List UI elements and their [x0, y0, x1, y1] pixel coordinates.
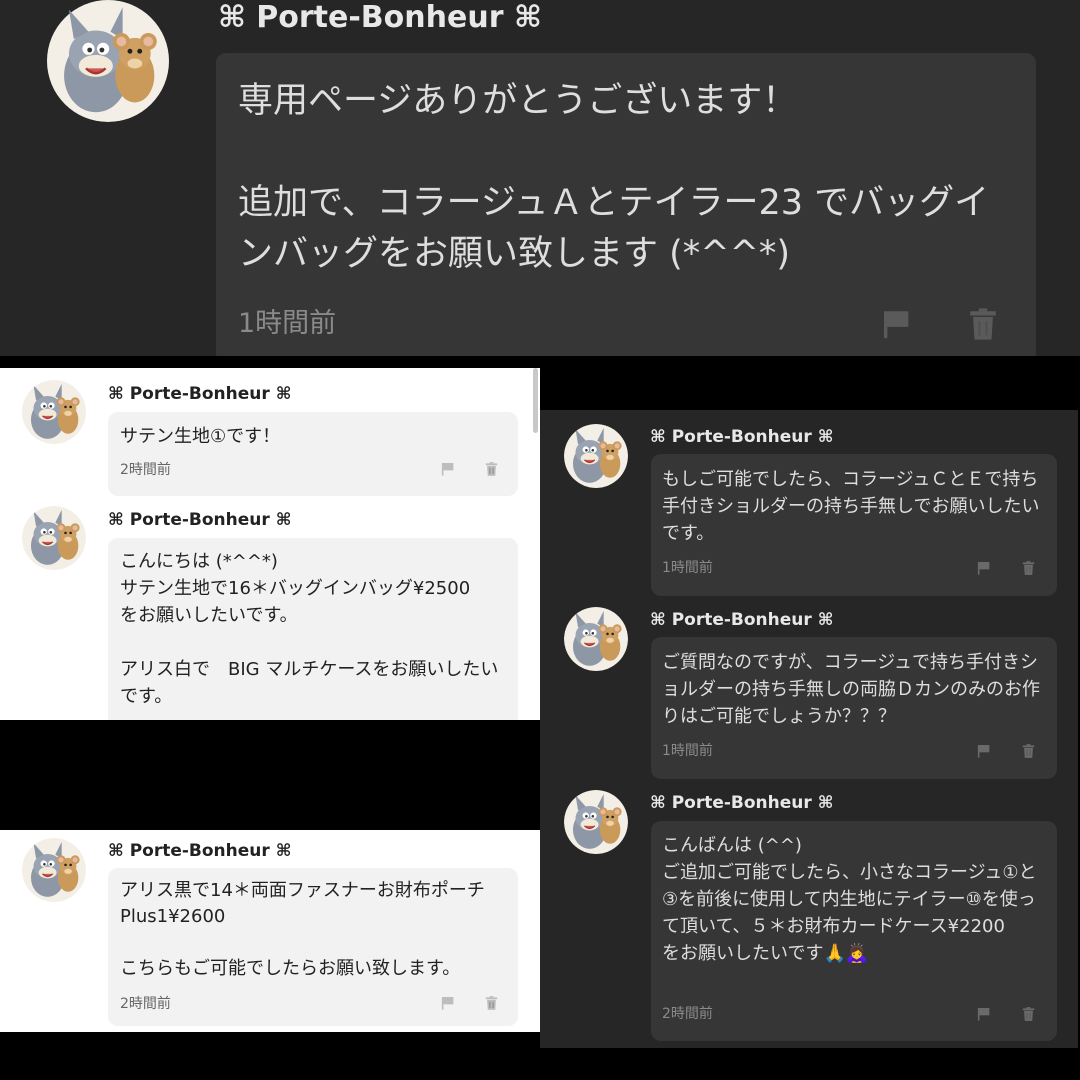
trash-icon[interactable] — [484, 459, 499, 479]
comment-timestamp: 1時間前 — [662, 743, 713, 759]
comment-text: こんにちは (*^^*) サテン生地で16＊バッグインバッグ¥2500 をお願い… — [120, 551, 499, 707]
comment-timestamp: 1時間前 — [238, 308, 337, 339]
comment-text: もしご可能でしたら、コラージュＣとＥで持ち手付きショルダーの持ち手無しでお願いし… — [662, 469, 1040, 544]
scrollbar[interactable] — [533, 368, 538, 433]
username[interactable]: ⌘ Porte-Bonheur ⌘ — [650, 425, 833, 449]
comment-text: サテン生地①です！ — [120, 426, 281, 447]
left-top-comment-panel: ⌘ Porte-Bonheur ⌘ サテン生地①です！ 2時間前 ⌘ Porte… — [0, 368, 540, 720]
flag-icon[interactable] — [880, 306, 914, 342]
flag-icon[interactable] — [440, 460, 456, 478]
right-comment-panel: ⌘ Porte-Bonheur ⌘ もしご可能でしたら、コラージュＣとＥで持ち手… — [540, 410, 1078, 1048]
trash-icon[interactable] — [1021, 1004, 1036, 1024]
trash-icon[interactable] — [1021, 741, 1036, 761]
username[interactable]: ⌘ Porte-Bonheur ⌘ — [108, 508, 291, 532]
username[interactable]: ⌘ Porte-Bonheur ⌘ — [108, 839, 291, 863]
trash-icon[interactable] — [484, 993, 499, 1013]
comment-text: 専用ページありがとうございます！ 追加で、コラージュＡとテイラー23 でバッグイ… — [238, 81, 990, 274]
flag-icon[interactable] — [976, 559, 992, 577]
flag-icon[interactable] — [976, 742, 992, 760]
comment-text: ご質問なのですが、コラージュで持ち手付きショルダーの持ち手無しの両脇Ｄカンのみの… — [662, 652, 1040, 727]
username[interactable]: ⌘ Porte-Bonheur ⌘ — [108, 382, 291, 406]
comment-text: こんばんは (^^) ご追加ご可能でしたら、小さなコラージュ①と③を前後に使用し… — [662, 835, 1037, 964]
flag-icon[interactable] — [976, 1005, 992, 1023]
username[interactable]: ⌘ Porte-Bonheur ⌘ — [218, 0, 542, 38]
tom-and-jerry-avatar-icon[interactable] — [564, 424, 628, 488]
tom-and-jerry-avatar-icon[interactable] — [44, 0, 172, 122]
flag-icon[interactable] — [440, 994, 456, 1012]
top-comment-panel: ⌘ Porte-Bonheur ⌘ 専用ページありがとうございます！ 追加で、コ… — [0, 0, 1080, 356]
username[interactable]: ⌘ Porte-Bonheur ⌘ — [650, 608, 833, 632]
comment-text: アリス黒で14＊両面ファスナーお財布ポーチ Plus1¥2600 こちらもご可能… — [120, 880, 485, 979]
tom-and-jerry-avatar-icon[interactable] — [22, 380, 86, 444]
left-bottom-comment-panel: ⌘ Porte-Bonheur ⌘ アリス黒で14＊両面ファスナーお財布ポーチ … — [0, 830, 540, 1032]
tom-and-jerry-avatar-icon[interactable] — [22, 838, 86, 902]
username[interactable]: ⌘ Porte-Bonheur ⌘ — [650, 791, 833, 815]
comment-timestamp: 2時間前 — [120, 996, 171, 1012]
comment-timestamp: 2時間前 — [662, 1006, 713, 1022]
comment-timestamp: 1時間前 — [662, 560, 713, 576]
trash-icon[interactable] — [966, 304, 1000, 344]
tom-and-jerry-avatar-icon[interactable] — [22, 506, 86, 570]
trash-icon[interactable] — [1021, 558, 1036, 578]
comment-timestamp: 2時間前 — [120, 462, 171, 478]
tom-and-jerry-avatar-icon[interactable] — [564, 790, 628, 854]
tom-and-jerry-avatar-icon[interactable] — [564, 607, 628, 671]
